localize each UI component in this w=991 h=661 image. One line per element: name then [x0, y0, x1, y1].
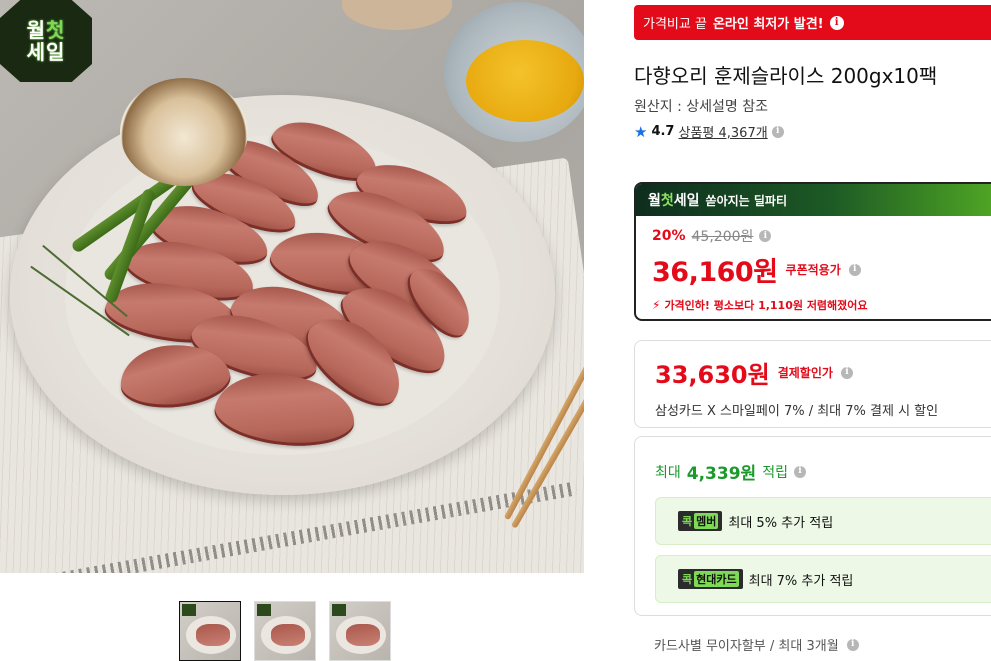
thumb-badge [257, 604, 271, 616]
thumbnail-3[interactable] [329, 601, 391, 661]
info-icon[interactable]: i [759, 230, 772, 242]
product-page: 월첫 세일 가격비교 끝 온라인 최저가 발견! i 다향오리 훈제슬라이스 2… [0, 0, 991, 661]
cup-decoration [342, 0, 452, 30]
payment-price: 33,630원 [655, 361, 770, 389]
monthly-sale-badge: 월첫 세일 [0, 0, 92, 82]
info-icon[interactable]: i [829, 15, 844, 30]
review-count-link[interactable]: 상품평 4,367개 [678, 122, 767, 141]
thumb-meat [271, 624, 305, 646]
points-value: 4,339원 [686, 464, 757, 484]
price-drop-notice: ⚡ 가격인하! 평소보다 1,110원 저렴해졌어요 [652, 297, 991, 313]
product-title: 다향오리 훈제슬라이스 200gx10팩 [634, 64, 938, 88]
installment-text: 카드사별 무이자할부 / 최대 3개월 [654, 639, 839, 654]
sale-box-body: 20% 45,200원 i 36,160원 쿠폰적용가 i ⚡ 가격인하! 평소… [636, 216, 991, 313]
points-item-text: 최대 7% 추가 적립 [748, 573, 854, 589]
payment-price-label: 결제할인가 [777, 366, 833, 380]
coupon-price: 36,160원 [652, 257, 778, 288]
points-box: 최대 4,339원 적립 i 콕 멤버 최대 5% 추가 적립 콕 현대카드 최대 … [634, 436, 991, 616]
thumb-meat [346, 624, 380, 646]
card-chip: 콕 현대카드 [678, 569, 743, 589]
sauce [466, 40, 584, 122]
payment-price-row: 33,630원 결제할인가 i [655, 355, 991, 390]
sale-logo: 월첫세일 [648, 193, 700, 209]
thumb-badge [182, 604, 196, 616]
compare-prefix: 가격비교 끝 [643, 17, 707, 32]
thumbnail-list [179, 601, 391, 661]
product-main-image[interactable]: 월첫 세일 [0, 0, 584, 573]
points-suffix: 적립 [762, 464, 788, 481]
product-info-panel: 가격비교 끝 온라인 최저가 발견! i 다향오리 훈제슬라이스 200gx10… [634, 0, 991, 661]
original-price: 45,200원 [691, 229, 754, 245]
info-icon[interactable]: i [846, 638, 859, 651]
info-icon[interactable]: i [771, 125, 784, 138]
star-icon: ★ [634, 122, 648, 141]
discount-row: 20% 45,200원 i [652, 226, 991, 246]
points-prefix: 최대 [655, 464, 681, 481]
rating-value: 4.7 [651, 124, 675, 139]
price-compare-banner[interactable]: 가격비교 끝 온라인 최저가 발견! i [634, 5, 991, 40]
badge-line-1: 월첫 [26, 18, 66, 42]
sale-price-row: 36,160원 쿠폰적용가 i [652, 250, 991, 289]
roasted-garlic [120, 78, 248, 186]
info-icon[interactable]: i [848, 263, 861, 276]
payment-discount-box: 33,630원 결제할인가 i 삼성카드 X 스마일페이 7% / 최대 7% … [634, 340, 991, 428]
price-drop-text: 가격인하! 평소보다 1,110원 저렴해졌어요 [664, 299, 868, 312]
coupon-price-label: 쿠폰적용가 [785, 263, 841, 277]
payment-detail: 삼성카드 X 스마일페이 7% / 최대 7% 결제 시 할인 [655, 404, 939, 419]
sale-header-text: 쏟아지는 딜파티 [705, 193, 788, 208]
thumbnail-2[interactable] [254, 601, 316, 661]
points-item-hyundai-card[interactable]: 콕 현대카드 최대 7% 추가 적립 [655, 555, 991, 603]
compare-highlight: 온라인 최저가 발견! [712, 17, 824, 32]
rating-row: ★ 4.7 상품평 4,367개 i [634, 122, 784, 141]
thumb-badge [332, 604, 346, 616]
info-icon[interactable]: i [793, 465, 806, 478]
sale-price-box: 월첫세일 쏟아지는 딜파티 20% 45,200원 i 36,160원 쿠폰적용… [634, 182, 991, 321]
bolt-icon: ⚡ [652, 298, 661, 312]
points-summary: 최대 4,339원 적립 i [655, 459, 806, 484]
badge-line-2: 세일 [26, 40, 66, 64]
points-item-member[interactable]: 콕 멤버 최대 5% 추가 적립 [655, 497, 991, 545]
installment-info: 카드사별 무이자할부 / 최대 3개월 i [654, 635, 859, 654]
thumb-meat [196, 624, 230, 646]
info-icon[interactable]: i [840, 366, 853, 379]
sale-box-header: 월첫세일 쏟아지는 딜파티 [636, 184, 991, 216]
discount-rate: 20% [652, 228, 686, 244]
points-item-text: 최대 5% 추가 적립 [728, 515, 834, 531]
member-chip: 콕 멤버 [678, 511, 723, 531]
thumbnail-1[interactable] [179, 601, 241, 661]
product-origin: 원산지 : 상세설명 참조 [634, 99, 768, 115]
